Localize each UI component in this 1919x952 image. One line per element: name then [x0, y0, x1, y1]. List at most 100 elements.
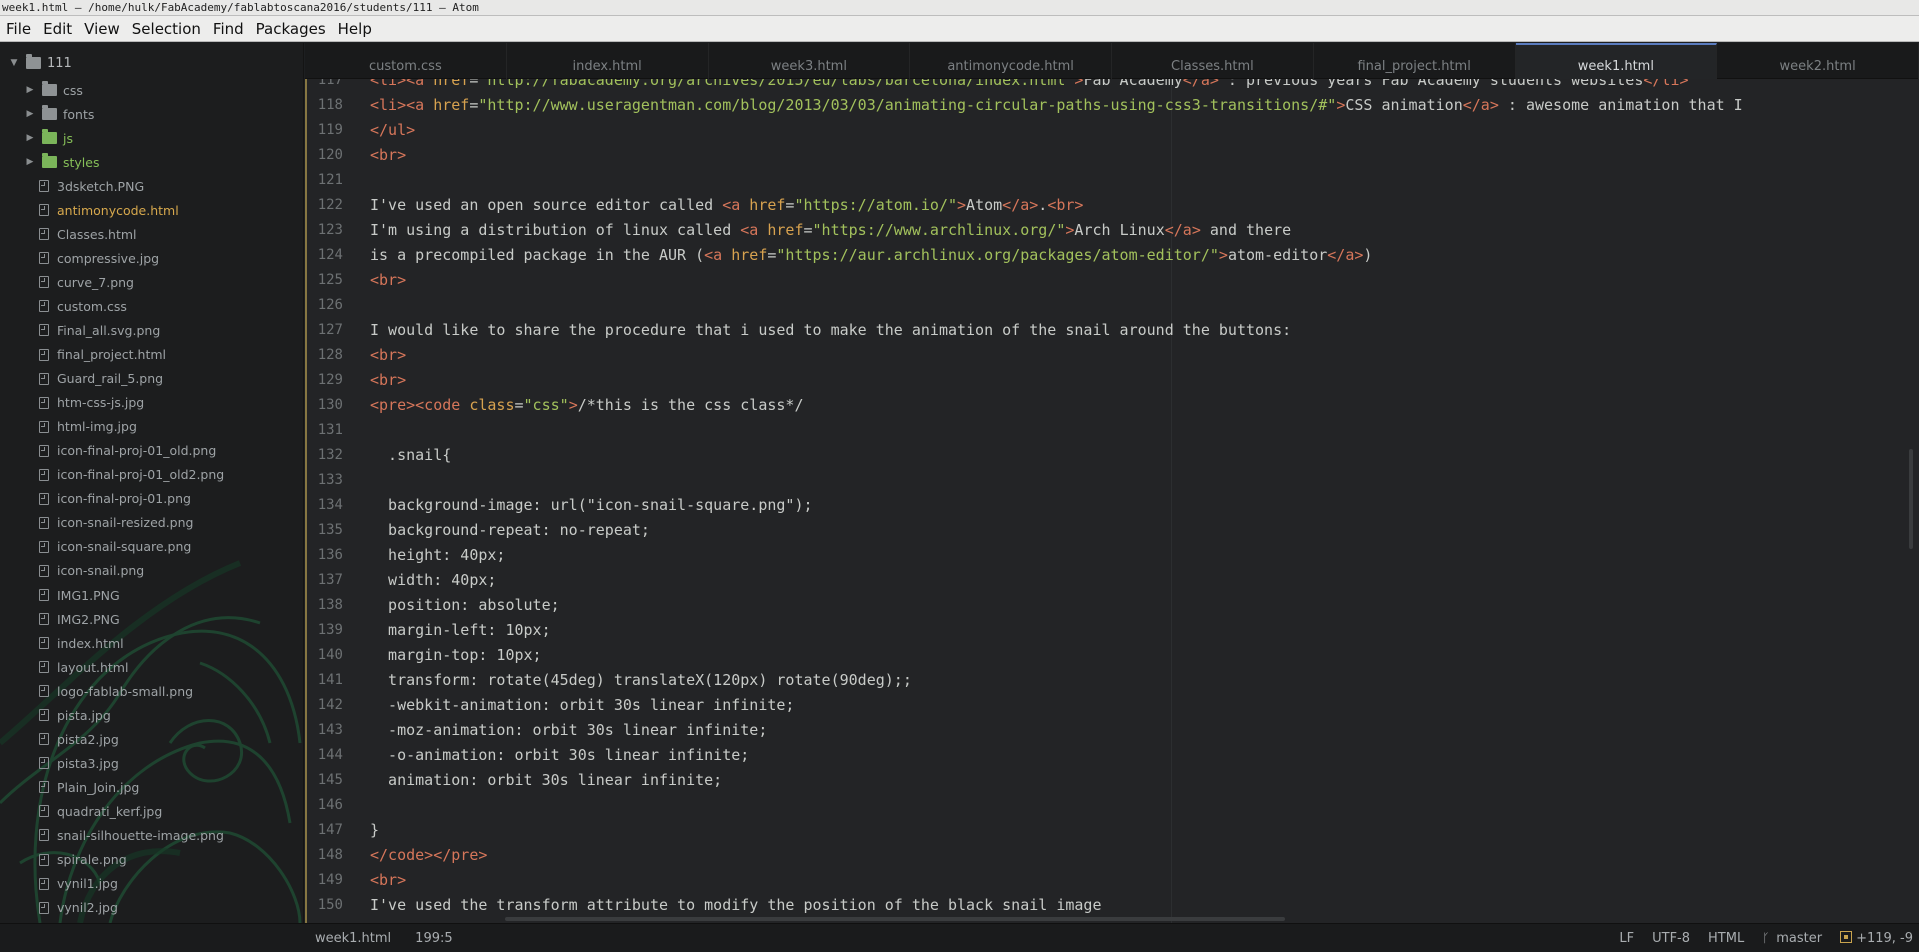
menu-edit[interactable]: Edit — [37, 16, 78, 42]
tree-file-item[interactable]: icon-snail-resized.png — [0, 511, 303, 535]
code-line[interactable]: 138 position: absolute; — [305, 593, 1919, 618]
horizontal-scrollbar[interactable] — [505, 917, 1285, 921]
tree-file-item[interactable]: custom.css — [0, 294, 303, 318]
code-line[interactable]: 117 <li><a href="http://fabacademy.org/ar… — [305, 79, 1919, 93]
code-view[interactable]: 117 <li><a href="http://fabacademy.org/ar… — [305, 79, 1919, 918]
status-git-diff[interactable]: +119, -9 — [1840, 930, 1913, 946]
menu-view[interactable]: View — [78, 16, 126, 42]
tree-folder-fonts[interactable]: ▶ fonts — [0, 102, 303, 126]
tree-folder-styles[interactable]: ▶ styles — [0, 150, 303, 174]
line-number: 120 — [317, 147, 343, 163]
code-line[interactable]: 146 — [305, 793, 1919, 818]
status-branch[interactable]: ᚴ master — [1762, 931, 1822, 946]
menu-file[interactable]: File — [0, 16, 37, 42]
code-line[interactable]: 121 — [305, 168, 1919, 193]
tree-file-item[interactable]: htm-css-js.jpg — [0, 391, 303, 415]
tab-custom-css[interactable]: custom.css — [305, 43, 507, 79]
tree-file-item[interactable]: Guard_rail_5.png — [0, 367, 303, 391]
vertical-scrollbar[interactable] — [1909, 449, 1913, 549]
code-line[interactable]: 129 <br> — [305, 368, 1919, 393]
tab-final-project-html[interactable]: final_project.html — [1314, 43, 1516, 79]
tree-file-item[interactable]: logo-fablab-small.png — [0, 679, 303, 703]
status-grammar[interactable]: HTML — [1708, 931, 1744, 946]
code-line[interactable]: 149 <br> — [305, 868, 1919, 893]
code-line[interactable]: 136 height: 40px; — [305, 543, 1919, 568]
code-line[interactable]: 126 — [305, 293, 1919, 318]
code-line[interactable]: 127 I would like to share the procedure t… — [305, 318, 1919, 343]
tree-file-item[interactable]: icon-snail.png — [0, 559, 303, 583]
code-line[interactable]: 148 </code></pre> — [305, 843, 1919, 868]
tree-file-item[interactable]: quadrati_kerf.jpg — [0, 799, 303, 823]
tree-file-item[interactable]: icon-snail-square.png — [0, 535, 303, 559]
status-file-name[interactable]: week1.html — [315, 931, 391, 946]
code-line[interactable]: 124 is a precompiled package in the AUR (… — [305, 243, 1919, 268]
code-line[interactable]: 125 <br> — [305, 268, 1919, 293]
tree-file-item[interactable]: icon-final-proj-01_old.png — [0, 439, 303, 463]
tree-file-item[interactable]: index.html — [0, 631, 303, 655]
tab-label: index.html — [572, 59, 642, 74]
code-line[interactable]: 133 — [305, 468, 1919, 493]
tree-file-item[interactable]: Final_all.svg.png — [0, 318, 303, 342]
tree-file-item[interactable]: IMG1.PNG — [0, 583, 303, 607]
tab-week3-html[interactable]: week3.html — [709, 43, 911, 79]
code-line[interactable]: 123 I'm using a distribution of linux cal… — [305, 218, 1919, 243]
code-line[interactable]: 131 — [305, 418, 1919, 443]
tree-root-folder[interactable]: ▼ 111 — [0, 48, 303, 78]
status-line-ending[interactable]: LF — [1619, 931, 1634, 946]
tree-file-item[interactable]: curve_7.png — [0, 270, 303, 294]
code-line[interactable]: 130 <pre><code class="css">/*this is the … — [305, 393, 1919, 418]
code-line[interactable]: 145 animation: orbit 30s linear infinite… — [305, 768, 1919, 793]
tree-file-item[interactable]: layout.html — [0, 655, 303, 679]
tree-file-item[interactable]: Classes.html — [0, 222, 303, 246]
tree-file-item[interactable]: vynil1.jpg — [0, 872, 303, 896]
code-line[interactable]: 150 I've used the transform attribute to … — [305, 893, 1919, 918]
status-encoding[interactable]: UTF-8 — [1652, 931, 1690, 946]
menu-help[interactable]: Help — [332, 16, 378, 42]
tree-file-item[interactable]: snail-silhouette-image.png — [0, 823, 303, 847]
code-line[interactable]: 140 margin-top: 10px; — [305, 643, 1919, 668]
editor-pane[interactable]: 117 <li><a href="http://fabacademy.org/ar… — [305, 79, 1919, 923]
tree-file-item[interactable]: vynil2.jpg — [0, 896, 303, 920]
tree-file-item[interactable]: pista2.jpg — [0, 727, 303, 751]
tree-file-item[interactable]: final_project.html — [0, 343, 303, 367]
tree-file-item[interactable]: pista3.jpg — [0, 751, 303, 775]
code-line[interactable]: 134 background-image: url("icon-snail-sq… — [305, 493, 1919, 518]
tab-week1-html[interactable]: week1.html — [1515, 43, 1718, 79]
tree-file-item[interactable]: html-img.jpg — [0, 415, 303, 439]
status-cursor-position[interactable]: 199:5 — [415, 931, 452, 946]
tab-index-html[interactable]: index.html — [507, 43, 709, 79]
code-line[interactable]: 144 -o-animation: orbit 30s linear infin… — [305, 743, 1919, 768]
tab-week2-html[interactable]: week2.html — [1717, 43, 1919, 79]
code-line[interactable]: 142 -webkit-animation: orbit 30s linear … — [305, 693, 1919, 718]
tree-file-item[interactable]: compressive.jpg — [0, 246, 303, 270]
line-text: <br> — [370, 271, 407, 289]
code-line[interactable]: 128 <br> — [305, 343, 1919, 368]
code-line[interactable]: 119 </ul> — [305, 118, 1919, 143]
code-line[interactable]: 118 <li><a href="http://www.useragentman.… — [305, 93, 1919, 118]
code-line[interactable]: 137 width: 40px; — [305, 568, 1919, 593]
menu-find[interactable]: Find — [207, 16, 250, 42]
tab-antimonycode-html[interactable]: antimonycode.html — [910, 43, 1112, 79]
tree-file-item[interactable]: 3dsketch.PNG — [0, 174, 303, 198]
code-line[interactable]: 143 -moz-animation: orbit 30s linear inf… — [305, 718, 1919, 743]
tab-classes-html[interactable]: Classes.html — [1112, 43, 1314, 79]
code-line[interactable]: 147} — [305, 818, 1919, 843]
menu-selection[interactable]: Selection — [126, 16, 207, 42]
code-line[interactable]: 139 margin-left: 10px; — [305, 618, 1919, 643]
tree-file-item[interactable]: antimonycode.html — [0, 198, 303, 222]
code-line[interactable]: 122 I've used an open source editor calle… — [305, 193, 1919, 218]
tree-file-label: IMG2.PNG — [57, 611, 120, 627]
code-line[interactable]: 120 <br> — [305, 143, 1919, 168]
tree-folder-js[interactable]: ▶ js — [0, 126, 303, 150]
tree-file-item[interactable]: IMG2.PNG — [0, 607, 303, 631]
tree-file-item[interactable]: Plain_Join.jpg — [0, 775, 303, 799]
code-line[interactable]: 135 background-repeat: no-repeat; — [305, 518, 1919, 543]
tree-file-item[interactable]: spirale.png — [0, 848, 303, 872]
code-line[interactable]: 141 transform: rotate(45deg) translateX(… — [305, 668, 1919, 693]
tree-folder-css[interactable]: ▶ css — [0, 78, 303, 102]
tree-file-item[interactable]: icon-final-proj-01.png — [0, 487, 303, 511]
tree-file-item[interactable]: icon-final-proj-01_old2.png — [0, 463, 303, 487]
tree-file-item[interactable]: pista.jpg — [0, 703, 303, 727]
menu-packages[interactable]: Packages — [250, 16, 332, 42]
code-line[interactable]: 132 .snail{ — [305, 443, 1919, 468]
